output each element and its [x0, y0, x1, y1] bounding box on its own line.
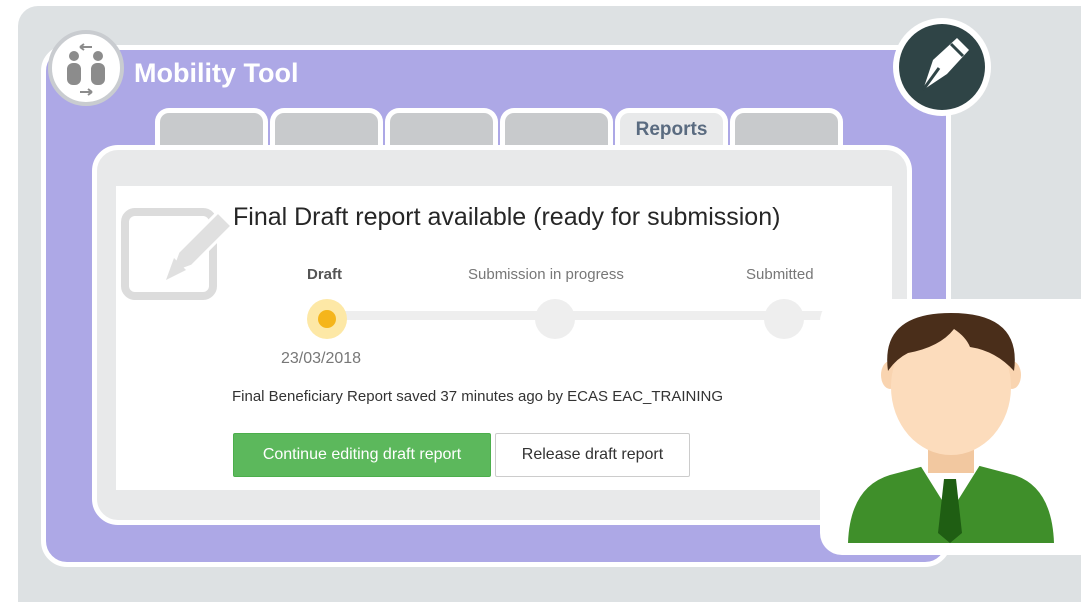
tab-label: Reports	[635, 119, 708, 140]
report-heading: Final Draft report available (ready for …	[233, 203, 781, 231]
app-title: Mobility Tool	[134, 58, 299, 88]
user-avatar-card	[820, 299, 1081, 555]
step-dot-submitted	[764, 299, 804, 339]
step-dot-draft	[307, 299, 347, 339]
step-dot-submission	[535, 299, 575, 339]
step-date: 23/03/2018	[281, 350, 362, 367]
continue-editing-button[interactable]: Continue editing draft report	[233, 433, 491, 477]
step-label-submission: Submission in progress	[468, 266, 624, 283]
release-draft-button[interactable]: Release draft report	[495, 433, 690, 477]
step-label-draft: Draft	[307, 266, 343, 283]
pen-nib-icon	[899, 24, 985, 110]
user-avatar-icon	[848, 313, 1054, 543]
step-label-submitted: Submitted	[746, 266, 814, 283]
pen-badge	[893, 18, 991, 116]
edit-document-icon	[120, 204, 240, 300]
progress-track	[327, 311, 827, 320]
mobility-people-icon	[48, 30, 124, 106]
save-status-text: Final Beneficiary Report saved 37 minute…	[232, 388, 724, 405]
